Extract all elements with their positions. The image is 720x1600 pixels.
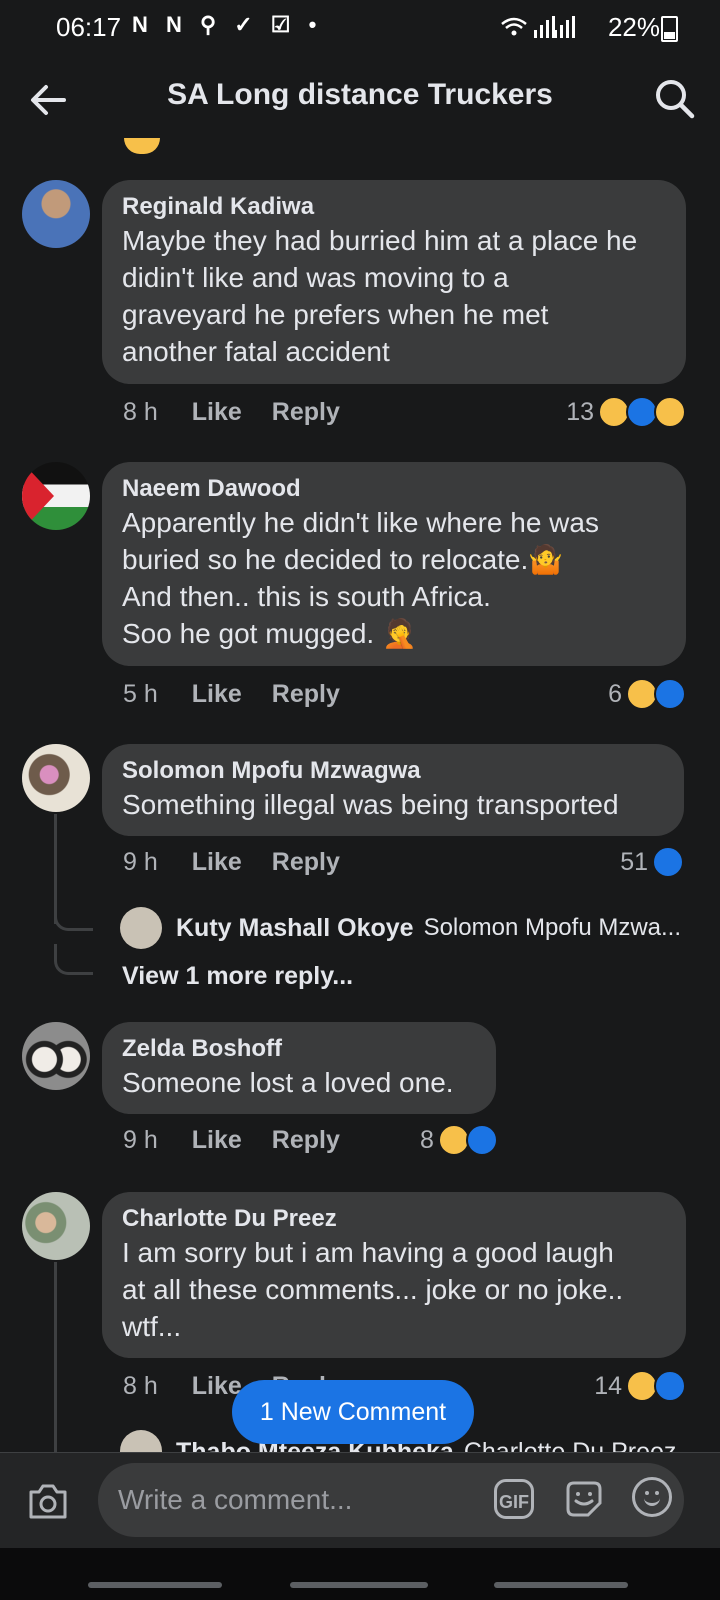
reaction-count: 6 — [608, 679, 622, 708]
comment-text: Something illegal was being transported — [122, 789, 619, 820]
comment-author[interactable]: Solomon Mpofu Mzwagwa — [122, 756, 664, 786]
comment-bubble: Zelda Boshoff Someone lost a loved one. — [102, 1022, 496, 1114]
like-button[interactable]: Like — [192, 398, 242, 426]
gif-button[interactable]: GIF — [494, 1479, 534, 1519]
comment-author[interactable]: Reginald Kadiwa — [122, 192, 666, 222]
reaction-summary[interactable]: 14 — [594, 1370, 686, 1402]
avatar[interactable] — [22, 180, 90, 248]
reply-preview[interactable]: Kuty Mashall Okoye Solomon Mpofu Mzwa... — [120, 906, 690, 950]
avatar[interactable] — [120, 1430, 162, 1452]
reply-button[interactable]: Reply — [272, 848, 340, 876]
reaction-count: 8 — [420, 1125, 434, 1154]
nav-recent-button[interactable] — [88, 1582, 222, 1588]
comment-text: Someone lost a loved one. — [122, 1067, 454, 1098]
comment-actions: 5 h Like Reply — [123, 680, 370, 709]
view-more-replies-link[interactable]: View 1 more reply... — [122, 962, 353, 991]
comment-bubble: Solomon Mpofu Mzwagwa Something illegal … — [102, 744, 684, 836]
reply-button[interactable]: Reply — [272, 398, 340, 426]
camera-icon[interactable] — [26, 1479, 70, 1523]
reply-author[interactable]: Kuty Mashall Okoye — [176, 914, 414, 943]
nav-home-button[interactable] — [290, 1582, 428, 1588]
like-reaction-icon — [654, 1370, 686, 1402]
comment-bubble: Naeem Dawood Apparently he didn't like w… — [102, 462, 686, 666]
sad-reaction-icon — [654, 396, 686, 428]
sticker-icon[interactable] — [562, 1477, 606, 1521]
reply-button[interactable]: Reply — [272, 680, 340, 708]
battery-icon — [661, 16, 678, 42]
flag-triangle — [22, 462, 54, 530]
system-nav-bar — [0, 1548, 720, 1600]
avatar[interactable] — [22, 1192, 90, 1260]
like-button[interactable]: Like — [192, 848, 242, 876]
partial-reaction-icon — [124, 138, 160, 154]
like-reaction-icon — [652, 846, 684, 878]
like-reaction-icon — [654, 678, 686, 710]
reply-snippet: Solomon Mpofu Mzwa... — [423, 914, 682, 941]
status-bar: 06:17 N N ⚲ ✓ ☑ • 22% — [0, 0, 720, 56]
nav-back-button[interactable] — [494, 1582, 628, 1588]
comment-author[interactable]: Charlotte Du Preez — [122, 1204, 666, 1234]
notification-icons: N N ⚲ ✓ ☑ • — [132, 12, 323, 37]
avatar[interactable] — [22, 462, 90, 530]
reaction-summary[interactable]: 51 — [620, 846, 684, 878]
like-button[interactable]: Like — [192, 1126, 242, 1154]
thread-connector — [54, 900, 93, 931]
search-icon[interactable] — [652, 76, 696, 120]
comment-bubble: Charlotte Du Preez I am sorry but i am h… — [102, 1192, 686, 1358]
app-header: SA Long distance Truckers — [0, 56, 720, 140]
avatar[interactable] — [120, 907, 162, 949]
emoji-icon[interactable] — [632, 1477, 672, 1517]
comment-bubble: Reginald Kadiwa Maybe they had burried h… — [102, 180, 686, 384]
reply-snippet: Charlotte Du Preez — [463, 1438, 677, 1452]
avatar[interactable] — [22, 744, 90, 812]
comment-actions: 9 h Like Reply — [123, 1126, 370, 1155]
comment-time: 8 h — [123, 398, 158, 426]
thread-line — [54, 1262, 57, 1452]
comment-time: 9 h — [123, 848, 158, 876]
reaction-summary[interactable]: 6 — [608, 678, 686, 710]
reaction-count: 51 — [620, 847, 648, 876]
like-reaction-icon — [465, 1124, 498, 1156]
comment-text: Apparently he didn't like where he was b… — [122, 507, 599, 649]
avatar[interactable] — [22, 1022, 90, 1090]
reply-button[interactable]: Reply — [272, 1126, 340, 1154]
cell-signal-icon — [554, 16, 575, 38]
wifi-signal-icon — [501, 16, 555, 38]
comment-time: 8 h — [123, 1372, 158, 1400]
comment-time: 5 h — [123, 680, 158, 708]
comment-author[interactable]: Naeem Dawood — [122, 474, 666, 504]
comment-text: I am sorry but i am having a good laugh … — [122, 1237, 624, 1342]
like-button[interactable]: Like — [192, 1372, 242, 1400]
comment-author[interactable]: Zelda Boshoff — [122, 1034, 476, 1064]
comment-text: Maybe they had burried him at a place he… — [122, 225, 638, 367]
comment-actions: 9 h Like Reply — [123, 848, 370, 877]
new-comment-button[interactable]: 1 New Comment — [232, 1380, 474, 1444]
reaction-summary[interactable]: 13 — [566, 396, 686, 428]
comment-actions: 8 h Like Reply — [123, 398, 370, 427]
reaction-count: 13 — [566, 397, 594, 426]
comment-composer: GIF — [0, 1452, 720, 1549]
page-title: SA Long distance Truckers — [167, 78, 553, 111]
like-button[interactable]: Like — [192, 680, 242, 708]
thread-connector — [54, 944, 93, 975]
reaction-count: 14 — [594, 1371, 622, 1400]
status-time: 06:17 — [56, 12, 122, 42]
reaction-summary[interactable]: 8 — [420, 1124, 498, 1156]
comment-time: 9 h — [123, 1126, 158, 1154]
battery-percent: 22% — [607, 12, 660, 42]
